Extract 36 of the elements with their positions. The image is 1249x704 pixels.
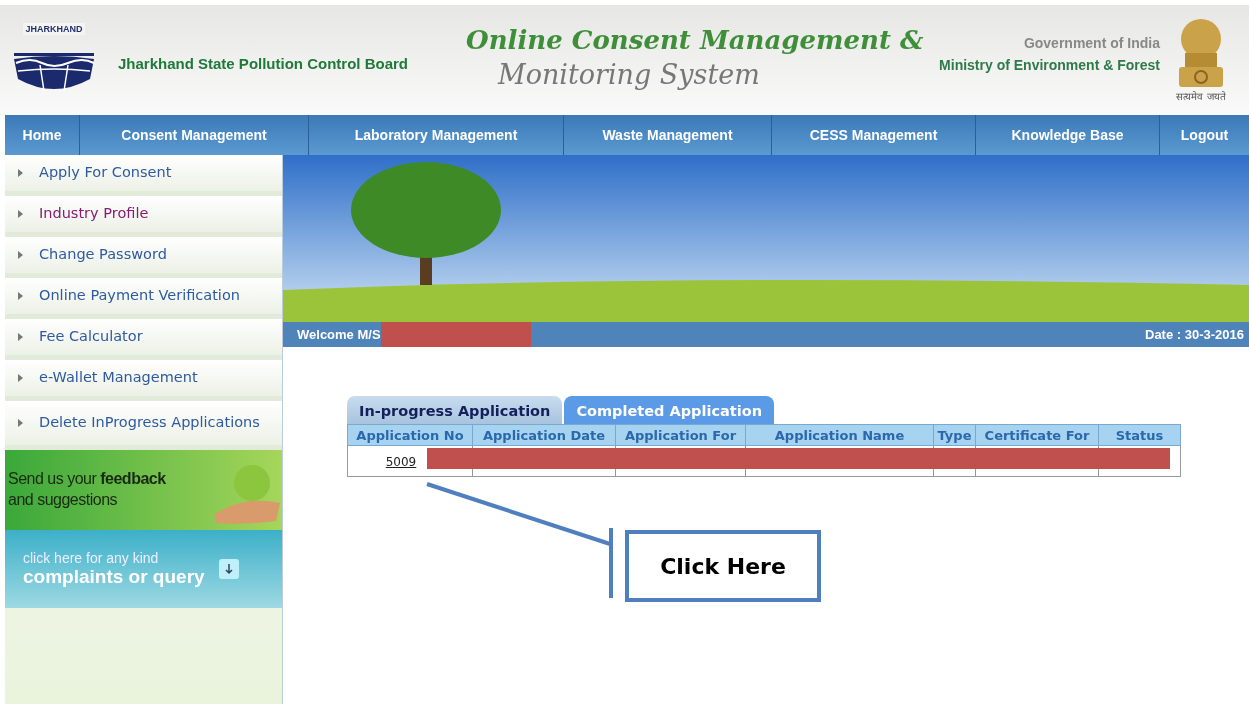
bullet-icon: [17, 168, 25, 178]
sidebar-item[interactable]: e-Wallet Management: [5, 360, 282, 401]
ministry-label: Ministry of Environment & Forest: [939, 57, 1160, 73]
nav-link[interactable]: Logout: [1160, 115, 1249, 155]
bullet-icon: [17, 250, 25, 260]
feedback-text: Send us your feedback and suggestions: [8, 469, 167, 510]
site-title: Online Consent Management &: [465, 23, 925, 57]
column-header: Application No: [347, 424, 473, 446]
bullet-icon: [17, 291, 25, 301]
column-header: Status: [1098, 424, 1181, 446]
bullet-icon: [17, 209, 25, 219]
date-label: Date : 30-3-2016: [1145, 327, 1244, 342]
motto-text: सत्यमेव जयते: [1176, 90, 1226, 103]
complaints-caption: click here for any kind: [23, 550, 160, 566]
welcome-text: Welcome M/S: [297, 327, 381, 342]
column-header: Application For: [615, 424, 746, 446]
bullet-icon: [17, 418, 25, 428]
site-subtitle: Monitoring System: [498, 59, 761, 91]
sidebar-item[interactable]: Change Password: [5, 237, 282, 278]
callout-box: Click Here: [625, 530, 821, 602]
bullet-icon: [17, 373, 25, 383]
logo-caption: JHARKHAND: [23, 23, 85, 35]
sidebar-item[interactable]: Online Payment Verification: [5, 278, 282, 319]
column-header: Application Date: [472, 424, 616, 446]
column-header: Type: [933, 424, 976, 446]
column-header: Certificate For: [975, 424, 1099, 446]
bullet-icon: [17, 332, 25, 342]
complaints-title: complaints or query: [23, 566, 205, 588]
board-name: Jharkhand State Pollution Control Board: [118, 54, 410, 72]
tab[interactable]: In-progress Application: [347, 396, 563, 424]
application-number-link[interactable]: 5009: [385, 454, 417, 469]
government-label: Government of India: [1023, 35, 1160, 51]
column-header: Application Name: [745, 424, 934, 446]
feedback-banner[interactable]: Send us your feedback and suggestions: [5, 450, 282, 530]
sidebar-item[interactable]: Delete InProgress Applications: [5, 401, 282, 450]
sidebar-item[interactable]: Fee Calculator: [5, 319, 282, 360]
